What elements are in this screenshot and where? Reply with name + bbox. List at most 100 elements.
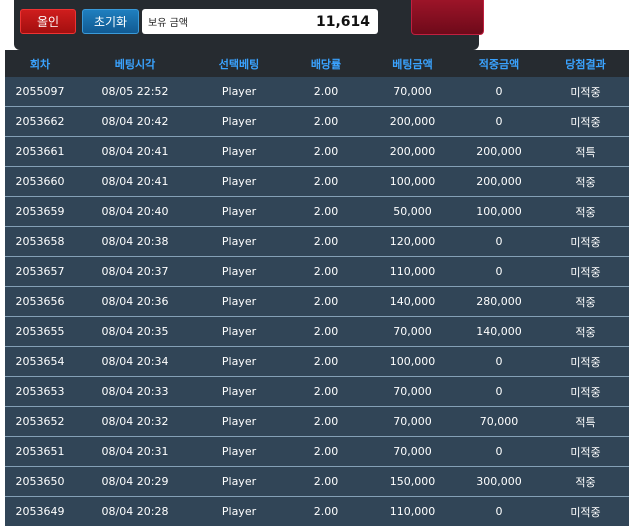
cell-bet-amount: 200,000	[369, 136, 456, 167]
cell-bet-amount: 140,000	[369, 286, 456, 317]
cell-round: 2053652	[5, 406, 75, 437]
table-row: 2053658 08/04 20:38 Player 2.00 120,000 0 미적중	[5, 226, 629, 257]
cell-result: 미적중	[542, 436, 629, 467]
cell-time: 08/04 20:41	[75, 136, 195, 167]
cell-odds: 2.00	[283, 106, 369, 137]
cell-odds: 2.00	[283, 496, 369, 526]
bet-history-table: 회차 베팅시각 선택베팅 배당률 베팅금액 적중금액 당첨결과 2055097 0…	[5, 50, 629, 526]
cell-round: 2053659	[5, 196, 75, 227]
cell-odds: 2.00	[283, 256, 369, 287]
cell-time: 08/04 20:31	[75, 436, 195, 467]
table-header-row: 회차 베팅시각 선택베팅 배당률 베팅금액 적중금액 당첨결과	[5, 50, 629, 77]
cell-time: 08/04 20:36	[75, 286, 195, 317]
cell-win-amount: 0	[456, 77, 542, 107]
cell-win-amount: 300,000	[456, 466, 542, 497]
cell-result: 미적중	[542, 226, 629, 257]
cell-pick: Player	[195, 436, 283, 467]
header-win-amount: 적중금액	[456, 50, 542, 77]
cell-win-amount: 100,000	[456, 196, 542, 227]
cell-time: 08/04 20:28	[75, 496, 195, 526]
table-row: 2053657 08/04 20:37 Player 2.00 110,000 0 미적중	[5, 256, 629, 287]
reset-button[interactable]: 초기화	[82, 9, 139, 34]
cell-bet-amount: 70,000	[369, 316, 456, 347]
cell-round: 2053656	[5, 286, 75, 317]
cell-pick: Player	[195, 77, 283, 107]
cell-time: 08/04 20:32	[75, 406, 195, 437]
cell-time: 08/04 20:40	[75, 196, 195, 227]
cell-result: 적중	[542, 286, 629, 317]
cell-pick: Player	[195, 496, 283, 526]
cell-pick: Player	[195, 196, 283, 227]
cell-result: 미적중	[542, 106, 629, 137]
table-row: 2053655 08/04 20:35 Player 2.00 70,000 140,00…	[5, 316, 629, 347]
cell-time: 08/04 20:42	[75, 106, 195, 137]
cell-round: 2053651	[5, 436, 75, 467]
table-row: 2053652 08/04 20:32 Player 2.00 70,000 70,000…	[5, 406, 629, 437]
cell-round: 2053662	[5, 106, 75, 137]
table-row: 2053653 08/04 20:33 Player 2.00 70,000 0 미적중	[5, 376, 629, 407]
cell-win-amount: 200,000	[456, 136, 542, 167]
cell-bet-amount: 100,000	[369, 346, 456, 377]
cell-odds: 2.00	[283, 286, 369, 317]
cell-bet-amount: 200,000	[369, 106, 456, 137]
cell-round: 2053653	[5, 376, 75, 407]
cell-bet-amount: 150,000	[369, 466, 456, 497]
table-row: 2053662 08/04 20:42 Player 2.00 200,000 0 미적중	[5, 106, 629, 137]
cell-pick: Player	[195, 346, 283, 377]
cell-pick: Player	[195, 136, 283, 167]
cell-bet-amount: 110,000	[369, 496, 456, 526]
cell-win-amount: 0	[456, 256, 542, 287]
place-bet-button[interactable]	[411, 0, 484, 35]
allin-button[interactable]: 올인	[20, 9, 76, 34]
cell-odds: 2.00	[283, 436, 369, 467]
table-row: 2053659 08/04 20:40 Player 2.00 50,000 100,00…	[5, 196, 629, 227]
cell-win-amount: 70,000	[456, 406, 542, 437]
cell-bet-amount: 70,000	[369, 77, 456, 107]
cell-win-amount: 0	[456, 106, 542, 137]
table-row: 2055097 08/05 22:52 Player 2.00 70,000 0 미적중	[5, 77, 629, 107]
balance-label: 보유 금액	[148, 18, 188, 29]
cell-win-amount: 0	[456, 436, 542, 467]
cell-time: 08/04 20:37	[75, 256, 195, 287]
cell-result: 적중	[542, 196, 629, 227]
header-time: 베팅시각	[75, 50, 195, 77]
cell-pick: Player	[195, 106, 283, 137]
cell-odds: 2.00	[283, 196, 369, 227]
table-row: 2053656 08/04 20:36 Player 2.00 140,000 280,0…	[5, 286, 629, 317]
cell-win-amount: 0	[456, 496, 542, 526]
cell-result: 적중	[542, 166, 629, 197]
cell-round: 2053658	[5, 226, 75, 257]
cell-time: 08/04 20:41	[75, 166, 195, 197]
cell-round: 2053654	[5, 346, 75, 377]
cell-pick: Player	[195, 166, 283, 197]
cell-result: 미적중	[542, 376, 629, 407]
cell-bet-amount: 120,000	[369, 226, 456, 257]
cell-result: 적중	[542, 316, 629, 347]
cell-odds: 2.00	[283, 376, 369, 407]
cell-bet-amount: 110,000	[369, 256, 456, 287]
cell-round: 2053660	[5, 166, 75, 197]
cell-odds: 2.00	[283, 136, 369, 167]
cell-pick: Player	[195, 466, 283, 497]
cell-win-amount: 0	[456, 376, 542, 407]
cell-round: 2053649	[5, 496, 75, 526]
cell-result: 적특	[542, 136, 629, 167]
cell-pick: Player	[195, 286, 283, 317]
cell-odds: 2.00	[283, 466, 369, 497]
cell-bet-amount: 50,000	[369, 196, 456, 227]
cell-bet-amount: 70,000	[369, 406, 456, 437]
cell-odds: 2.00	[283, 406, 369, 437]
cell-odds: 2.00	[283, 346, 369, 377]
table-row: 2053649 08/04 20:28 Player 2.00 110,000 0 미적중	[5, 496, 629, 526]
cell-pick: Player	[195, 226, 283, 257]
cell-round: 2053657	[5, 256, 75, 287]
balance-value: 11,614	[315, 13, 370, 30]
cell-win-amount: 200,000	[456, 166, 542, 197]
header-result: 당첨결과	[542, 50, 629, 77]
cell-time: 08/04 20:33	[75, 376, 195, 407]
table-row: 2053650 08/04 20:29 Player 2.00 150,000 300,0…	[5, 466, 629, 497]
cell-win-amount: 0	[456, 226, 542, 257]
balance-display: 보유 금액 11,614	[142, 9, 378, 34]
header-odds: 배당률	[283, 50, 369, 77]
cell-round: 2053661	[5, 136, 75, 167]
